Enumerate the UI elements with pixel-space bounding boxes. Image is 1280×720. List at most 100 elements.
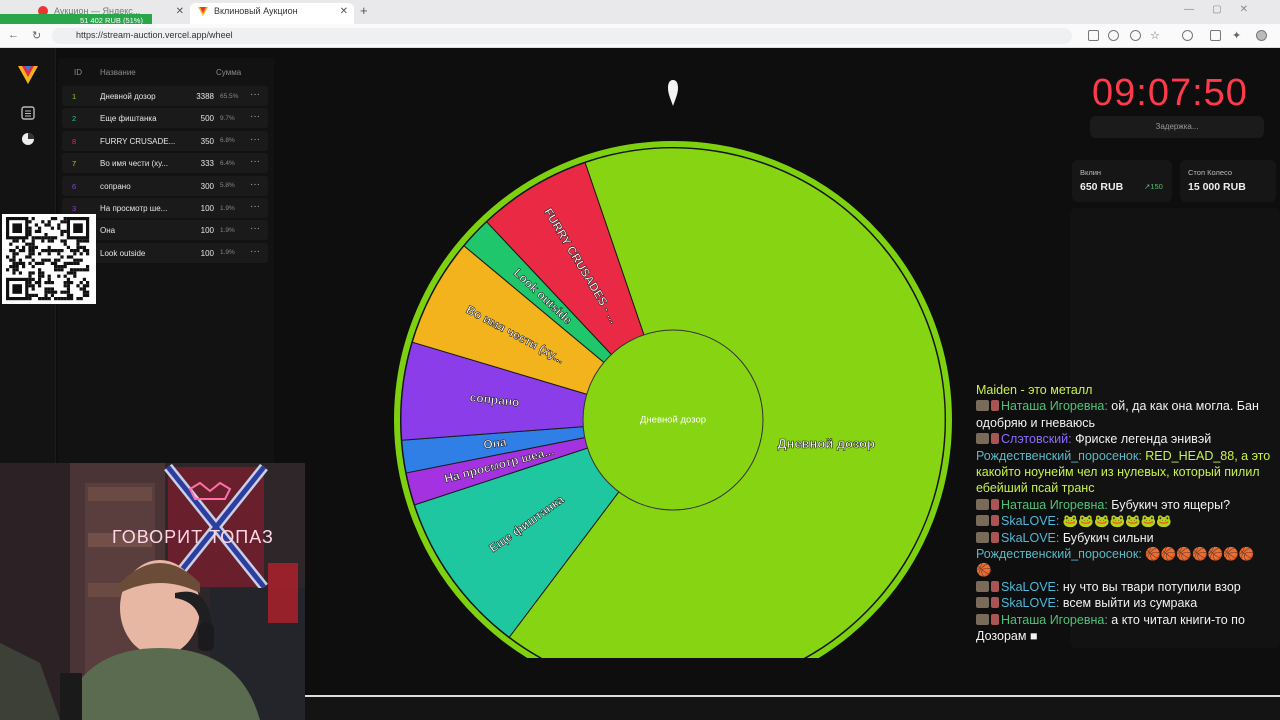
more-options-icon[interactable]: ··· — [250, 179, 260, 190]
stat-label: Вклин — [1080, 168, 1102, 177]
chat-nick[interactable]: SkaLOVE: — [1001, 596, 1059, 610]
lot-percent: 1.9% — [220, 204, 235, 212]
list-icon[interactable] — [21, 106, 35, 120]
chat-nick[interactable]: SkaLOVE: — [1001, 531, 1059, 545]
chat-text: ну что вы твари потупили взор — [1059, 579, 1241, 594]
shield-icon[interactable] — [1210, 30, 1221, 41]
more-options-icon[interactable]: ··· — [250, 201, 260, 212]
chat-message: Наташа Игоревна: Бубукич это ящеры? — [976, 497, 1280, 514]
back-icon[interactable]: ← — [8, 29, 19, 41]
badge-icon — [991, 613, 999, 625]
chat-message: 🏀 — [976, 562, 1280, 579]
settings-icon[interactable]: ✦ — [1232, 29, 1241, 42]
lot-sum[interactable]: 100 — [192, 204, 214, 213]
app-logo-icon[interactable] — [18, 66, 38, 84]
chat-nick[interactable]: Наташа Игоревна: — [1001, 498, 1108, 512]
more-options-icon[interactable]: ··· — [250, 246, 260, 257]
chat-message: ебейший псай транс — [976, 480, 1280, 497]
badge-icon — [976, 433, 989, 445]
auction-timer: 09:07:50 — [1092, 72, 1248, 114]
header-sum[interactable]: Сумма — [216, 68, 241, 77]
lot-sum[interactable]: 350 — [192, 137, 214, 146]
stat-value: 650 RUB — [1080, 181, 1124, 193]
badge-icon — [991, 433, 999, 445]
chat-nick[interactable]: SkaLOVE: — [1001, 580, 1059, 594]
window-controls[interactable]: —▢✕ — [1184, 4, 1266, 15]
chat-text: Фриске легенда энивэй — [1071, 432, 1212, 447]
lot-name[interactable]: Во имя чести (ху... — [100, 159, 196, 168]
translate-icon[interactable] — [1108, 30, 1119, 41]
badge-icon — [991, 515, 999, 527]
chat-nick[interactable]: Рождественский_поросенок: — [976, 547, 1142, 561]
lot-name[interactable]: Дневной дозор — [100, 92, 196, 101]
tab-wheel-auction[interactable]: Вклиновый Аукцион ✕ — [190, 3, 354, 24]
lot-percent: 1.9% — [220, 249, 235, 257]
chat-text: 🏀🏀🏀🏀🏀🏀🏀 — [1141, 547, 1255, 561]
lot-sum[interactable]: 500 — [192, 114, 214, 123]
lot-id: 1 — [72, 92, 77, 101]
badge-icon — [976, 498, 989, 510]
table-row[interactable]: 8 FURRY CRUSADE... 350 6.8% ··· — [62, 130, 268, 151]
reload-icon[interactable]: ↻ — [32, 29, 41, 42]
new-tab-button[interactable]: + — [360, 3, 368, 18]
lot-id: 7 — [72, 159, 77, 169]
chat-text: Дозорам ■ — [976, 629, 1038, 643]
lot-name[interactable]: сопрано — [100, 182, 196, 191]
chat-message: Рождественский_поросенок: RED_HEAD_88, а… — [976, 448, 1280, 465]
lot-sum[interactable]: 100 — [192, 249, 214, 258]
lot-name[interactable]: FURRY CRUSADE... — [100, 137, 196, 146]
chat-nick[interactable]: Слэтовский: — [1001, 432, 1072, 446]
more-options-icon[interactable]: ··· — [250, 111, 260, 122]
tab-grid-icon[interactable] — [1088, 30, 1099, 41]
lot-percent: 6.4% — [220, 159, 235, 167]
stat-stop-wheel: Стоп Колесо 15 000 RUB — [1180, 160, 1276, 202]
profile-avatar[interactable] — [1256, 30, 1267, 41]
lot-id: 2 — [72, 114, 77, 124]
close-tab-icon[interactable]: ✕ — [176, 3, 184, 20]
badge-icon — [976, 580, 989, 592]
lot-sum[interactable]: 300 — [192, 182, 214, 191]
chat-message: SkaLOVE: ну что вы твари потупили взор — [976, 579, 1280, 596]
stream-bottom-bar — [305, 695, 1280, 720]
table-row[interactable]: 7 Во имя чести (ху... 333 6.4% ··· — [62, 153, 268, 174]
lots-header: ID Название Сумма — [58, 68, 274, 82]
wheel-center-label: Дневной дозор — [640, 415, 706, 426]
wheel-icon[interactable] — [21, 132, 35, 146]
table-row[interactable]: 1 Дневной дозор 3388 65.5% ··· — [62, 86, 268, 106]
qr-finder-mark — [12, 223, 22, 233]
lot-name[interactable]: Еще фиштанка — [100, 114, 196, 123]
zoom-icon[interactable] — [1130, 30, 1141, 41]
more-options-icon[interactable]: ··· — [250, 223, 260, 234]
fortune-wheel[interactable]: Дневной дозорЕще фиштанкаНа просмотр шеа… — [390, 78, 970, 658]
webcam-overlay: ГОВОРИТ ТОПАЗ — [0, 463, 305, 720]
close-tab-icon[interactable]: ✕ — [340, 3, 348, 20]
lot-sum[interactable]: 3388 — [192, 92, 214, 101]
lot-sum[interactable]: 100 — [192, 226, 214, 235]
chat-text: Бубукич это ящеры? — [1107, 497, 1231, 512]
chat-nick[interactable]: Наташа Игоревна: — [1001, 399, 1108, 413]
table-row[interactable]: 2 Еще фиштанка 500 9.7% ··· — [62, 108, 268, 129]
chat-nick[interactable]: SkaLOVE: — [1001, 514, 1059, 528]
extension-icon[interactable] — [1182, 30, 1193, 41]
more-options-icon[interactable]: ··· — [250, 134, 260, 145]
stat-value: 15 000 RUB — [1188, 181, 1246, 193]
chat-nick[interactable]: Рождественский_поросенок: — [976, 449, 1142, 463]
lot-name[interactable]: На просмотр ше... — [100, 204, 196, 213]
chat-message: Наташа Игоревна: а кто читал книги-то по — [976, 612, 1280, 629]
lot-name[interactable]: Она — [100, 226, 196, 235]
header-name[interactable]: Название — [100, 68, 136, 77]
badge-icon — [991, 597, 999, 609]
lot-name[interactable]: Look outside — [100, 249, 196, 258]
delay-button[interactable]: Задержка... — [1090, 116, 1264, 138]
chat-nick[interactable]: Наташа Игоревна: — [1001, 613, 1108, 627]
chat-message: какойто ноунейм чел из нулевых, который … — [976, 464, 1280, 481]
table-row[interactable]: 6 сопрано 300 5.8% ··· — [62, 175, 268, 196]
tab-favicon-icon — [198, 7, 208, 16]
more-options-icon[interactable]: ··· — [250, 156, 260, 167]
url-field[interactable]: https://stream-auction.vercel.app/wheel — [52, 28, 1072, 44]
more-options-icon[interactable]: ··· — [250, 89, 260, 100]
lot-sum[interactable]: 333 — [192, 159, 214, 168]
chat-message: SkaLOVE: 🐸🐸🐸🐸🐸🐸🐸 — [976, 513, 1280, 530]
chat-text: а кто читал книги-то по — [1107, 612, 1245, 627]
bookmark-star-icon[interactable]: ☆ — [1150, 29, 1160, 42]
